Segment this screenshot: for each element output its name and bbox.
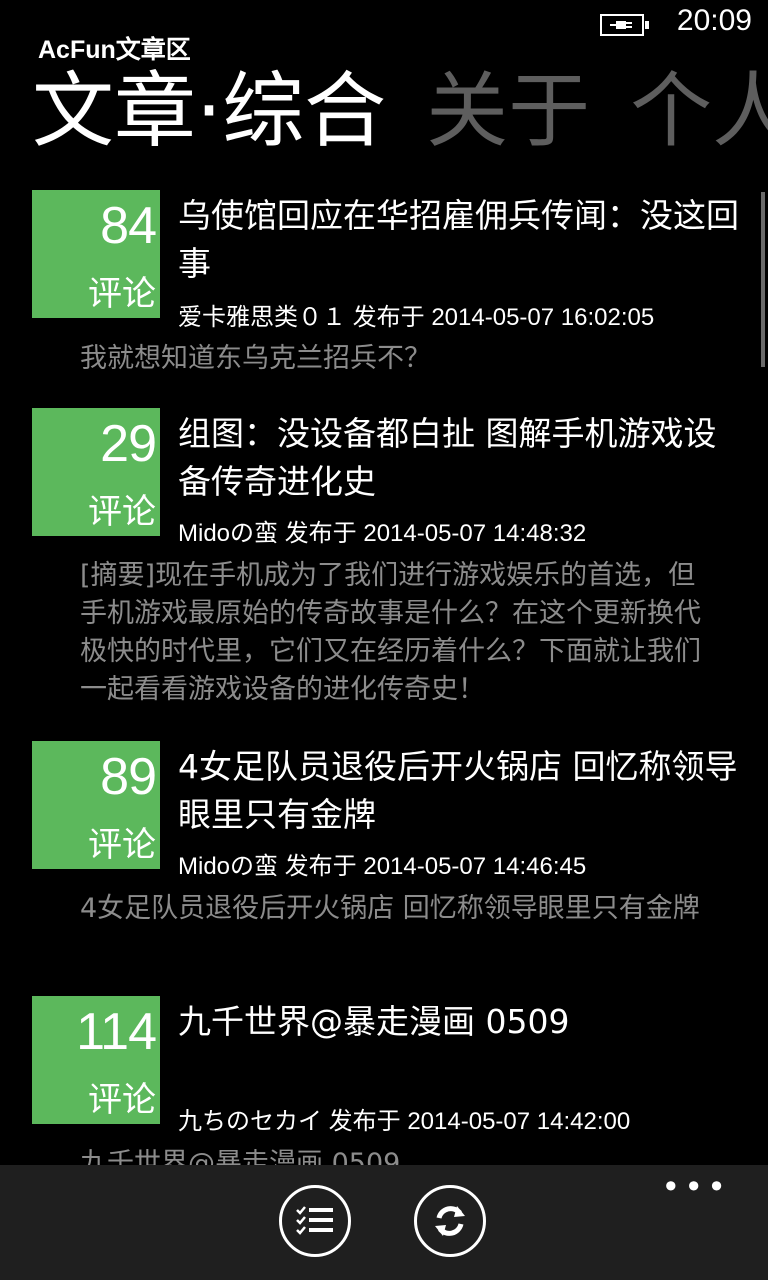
comment-count-tile: 89 评论 [32,741,160,869]
comment-count: 29 [100,415,157,473]
list-item[interactable]: 84 评论 乌使馆回应在华招雇佣兵传闻：没这回事 爱卡雅思类０１ 发布于 201… [32,190,742,390]
status-time: 20:09 [676,4,752,37]
article-summary: 4女足队员退役后开火锅店 回忆称领导眼里只有金牌 [80,893,700,924]
comment-count-label: 评论 [88,274,156,314]
comment-count-label: 评论 [88,1080,156,1120]
battery-charging-icon [600,14,649,36]
comment-count-tile: 114 评论 [32,996,160,1124]
comment-count-label: 评论 [88,825,156,865]
article-summary: 九千世界@暴走漫画 0509 [80,1148,401,1165]
comment-count: 89 [100,748,157,806]
article-summary: [摘要]现在手机成为了我们进行游戏娱乐的首选，但手机游戏最原始的传奇故事是什么？… [80,560,701,705]
article-title[interactable]: 组图：没设备都白扯 图解手机游戏设备传奇进化史 [178,410,743,506]
list-item[interactable]: 29 评论 组图：没设备都白扯 图解手机游戏设备传奇进化史 Midoの蛮 发布于… [32,408,742,718]
comment-count-tile: 84 评论 [32,190,160,318]
refresh-button[interactable] [414,1185,486,1257]
article-summary: 我就想知道东乌克兰招兵不？ [80,343,431,374]
pivot-header: 文章·综合 关于 个人 [32,62,768,162]
pivot-tab-about[interactable]: 关于 [426,64,590,159]
pivot-tab-articles[interactable]: 文章·综合 [32,64,386,159]
article-title[interactable]: 九千世界@暴走漫画 0509 [178,998,743,1046]
article-meta: 九ちのセカイ 发布于 2014-05-07 14:42:00 [178,1108,631,1135]
more-options-button[interactable]: ••• [661,1171,730,1203]
article-title[interactable]: 乌使馆回应在华招雇佣兵传闻：没这回事 [178,192,743,288]
pivot-tab-personal[interactable]: 个人 [630,64,768,159]
comment-count-label: 评论 [88,492,156,532]
article-meta: 爱卡雅思类０１ 发布于 2014-05-07 16:02:05 [178,304,655,331]
comment-count: 114 [76,1003,157,1061]
refresh-icon [435,1206,465,1236]
comment-count-tile: 29 评论 [32,408,160,536]
article-meta: Midoの蛮 发布于 2014-05-07 14:48:32 [178,520,587,547]
list-item[interactable]: 89 评论 4女足队员退役后开火锅店 回忆称领导眼里只有金牌 Midoの蛮 发布… [32,741,742,976]
article-list: 84 评论 乌使馆回应在华招雇佣兵传闻：没这回事 爱卡雅思类０１ 发布于 201… [0,180,768,1165]
list-button[interactable] [279,1185,351,1257]
list-icon [296,1206,333,1235]
app-title: AcFun文章区 [38,36,191,64]
comment-count: 84 [100,197,157,255]
article-meta: Midoの蛮 发布于 2014-05-07 14:46:45 [178,853,587,880]
app-bar: ••• [0,1165,768,1280]
article-title[interactable]: 4女足队员退役后开火锅店 回忆称领导眼里只有金牌 [178,743,743,839]
list-item[interactable]: 114 评论 九千世界@暴走漫画 0509 九ちのセカイ 发布于 2014-05… [32,996,742,1165]
